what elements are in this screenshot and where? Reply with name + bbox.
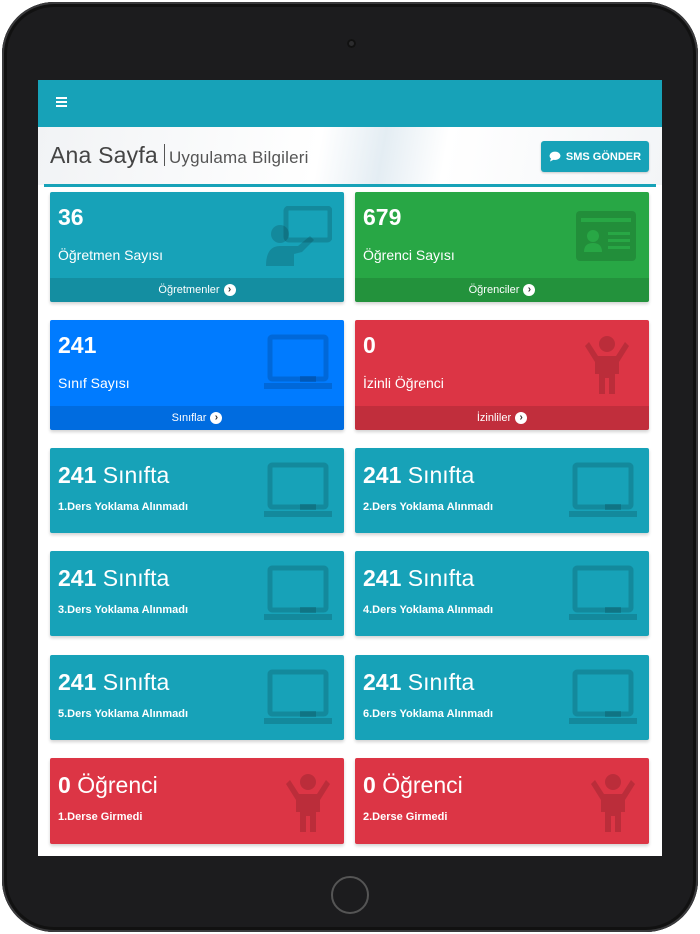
child-icon	[591, 774, 635, 832]
sms-send-button[interactable]: SMS GÖNDER	[541, 141, 649, 172]
stat-count: 0 Öğrenci	[58, 772, 158, 798]
stat-label: 1.Derse Girmedi	[58, 811, 143, 823]
permitted-link-label: İzinliler	[476, 412, 512, 424]
student-count-card: 679 Öğrenci Sayısı Öğrenciler ›	[355, 192, 649, 302]
stat-count: 0 Öğrenci	[363, 772, 463, 798]
stat-label: 2.Derse Girmedi	[363, 811, 448, 823]
permitted-count-label: İzinli Öğrenci	[363, 375, 444, 391]
teacher-count: 36	[58, 204, 84, 230]
stat-label: 6.Ders Yoklama Alınmadı	[363, 708, 494, 720]
class-count: 241	[58, 332, 97, 358]
chalkboard-icon	[264, 334, 332, 389]
teacher-count-card: 36 Öğretmen Sayısı Öğretmenler ›	[50, 192, 344, 302]
stat-card-absent-2: 0 Öğrenci 2.Derse Girmedi	[355, 758, 649, 844]
classes-link[interactable]: Sınıflar ›	[50, 406, 344, 430]
student-count: 679	[363, 204, 402, 230]
chalkboard-icon	[569, 462, 637, 517]
students-link[interactable]: Öğrenciler ›	[355, 278, 649, 302]
chalkboard-icon	[569, 565, 637, 620]
stat-count: 241 Sınıfta	[363, 565, 475, 591]
classes-link-label: Sınıflar	[171, 412, 207, 424]
stat-card-lesson-3: 241 Sınıfta 3.Ders Yoklama Alınmadı	[50, 551, 344, 636]
stat-card-lesson-5: 241 Sınıfta 5.Ders Yoklama Alınmadı	[50, 655, 344, 740]
page-title-text: Ana Sayfa	[50, 142, 158, 168]
stat-count: 241 Sınıfta	[58, 462, 170, 488]
child-icon	[585, 336, 629, 394]
stat-count: 241 Sınıfta	[363, 669, 475, 695]
stat-card-lesson-6: 241 Sınıfta 6.Ders Yoklama Alınmadı	[355, 655, 649, 740]
permitted-link[interactable]: İzinliler ›	[355, 406, 649, 430]
header-divider	[44, 184, 656, 187]
permitted-count: 0	[363, 332, 376, 358]
students-link-label: Öğrenciler	[468, 284, 520, 296]
stat-card-lesson-2: 241 Sınıfta 2.Ders Yoklama Alınmadı	[355, 448, 649, 533]
arrow-right-circle-icon: ›	[210, 412, 223, 424]
arrow-right-circle-icon: ›	[515, 412, 528, 424]
id-card-icon	[576, 211, 636, 261]
sms-send-label: SMS GÖNDER	[565, 150, 642, 163]
hamburger-menu-icon[interactable]	[56, 97, 67, 108]
student-count-label: Öğrenci Sayısı	[363, 247, 455, 263]
stat-label: 4.Ders Yoklama Alınmadı	[363, 604, 494, 616]
class-count-label: Sınıf Sayısı	[58, 375, 130, 391]
page-subtitle: Uygulama Bilgileri	[168, 148, 309, 167]
chalkboard-teacher-icon	[266, 206, 332, 266]
stat-label: 3.Ders Yoklama Alınmadı	[58, 604, 189, 616]
child-icon	[286, 774, 330, 832]
top-navbar	[38, 80, 662, 127]
stat-card-lesson-1: 241 Sınıfta 1.Ders Yoklama Alınmadı	[50, 448, 344, 533]
stat-label: 2.Ders Yoklama Alınmadı	[363, 501, 494, 513]
camera-icon	[347, 39, 356, 48]
stat-count: 241 Sınıfta	[363, 462, 475, 488]
teachers-link-label: Öğretmenler	[158, 284, 220, 296]
title-divider	[163, 144, 165, 166]
stat-card-absent-1: 0 Öğrenci 1.Derse Girmedi	[50, 758, 344, 844]
chalkboard-icon	[569, 669, 637, 724]
chalkboard-icon	[264, 462, 332, 517]
chalkboard-icon	[264, 565, 332, 620]
stat-count: 241 Sınıfta	[58, 669, 170, 695]
home-button[interactable]	[331, 876, 369, 914]
app-screen: Ana Sayfa Uygulama Bilgileri SMS GÖNDER 3…	[38, 80, 662, 856]
arrow-right-circle-icon: ›	[223, 284, 236, 296]
arrow-right-circle-icon: ›	[523, 284, 536, 296]
stat-card-lesson-4: 241 Sınıfta 4.Ders Yoklama Alınmadı	[355, 551, 649, 636]
permitted-student-card: 0 İzinli Öğrenci İzinliler ›	[355, 320, 649, 430]
chalkboard-icon	[264, 669, 332, 724]
stat-label: 1.Ders Yoklama Alınmadı	[58, 501, 189, 513]
comment-icon	[549, 151, 561, 162]
stat-label: 5.Ders Yoklama Alınmadı	[58, 708, 189, 720]
teachers-link[interactable]: Öğretmenler ›	[50, 278, 344, 302]
page-title: Ana Sayfa Uygulama Bilgileri	[50, 142, 309, 169]
teacher-count-label: Öğretmen Sayısı	[58, 247, 164, 263]
class-count-card: 241 Sınıf Sayısı Sınıflar ›	[50, 320, 344, 430]
stat-count: 241 Sınıfta	[58, 565, 170, 591]
